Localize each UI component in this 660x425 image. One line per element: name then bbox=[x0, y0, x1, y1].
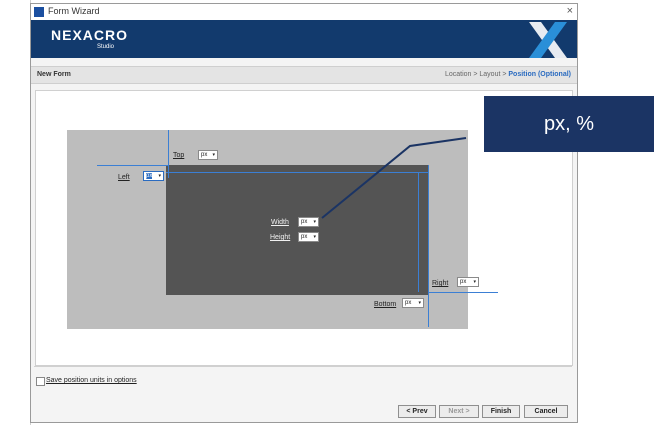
callout-pointer-line bbox=[321, 137, 467, 219]
callout-box: px, % bbox=[484, 96, 654, 152]
